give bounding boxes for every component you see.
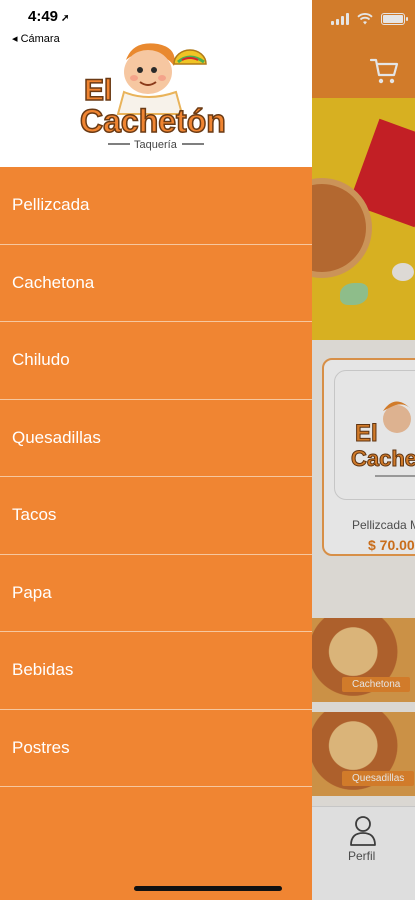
menu-item-chiludo[interactable]: Chiludo — [0, 322, 312, 400]
status-time: 4:49 ➚ — [28, 8, 69, 25]
menu-item-pellizcada[interactable]: Pellizcada — [0, 167, 312, 245]
menu-item-cachetona[interactable]: Cachetona — [0, 245, 312, 322]
menu-item-papa[interactable]: Papa — [0, 555, 312, 632]
location-arrow-icon: ➚ — [61, 13, 70, 24]
menu-item-quesadillas[interactable]: Quesadillas — [0, 400, 312, 477]
drawer-menu: Pellizcada Cachetona Chiludo Quesadillas… — [0, 167, 312, 787]
menu-item-postres[interactable]: Postres — [0, 710, 312, 787]
brand-tagline: Taquería — [134, 139, 178, 151]
back-to-app-link[interactable]: ◂ Cámara — [12, 32, 60, 45]
home-indicator[interactable] — [134, 886, 282, 891]
menu-item-tacos[interactable]: Tacos — [0, 477, 312, 555]
brand-logo: El Cachetón Taquería — [79, 43, 227, 151]
brand-name-line2: Cachetón — [80, 103, 226, 139]
side-drawer: 4:49➚ ◂ Cámara El Cachetón Taquería Pel — [0, 0, 312, 900]
menu-item-bebidas[interactable]: Bebidas — [0, 632, 312, 710]
drawer-overlay[interactable] — [312, 0, 415, 900]
status-time-text: 4:49 — [28, 8, 59, 25]
drawer-header: 4:49 ➚ ◂ Cámara El Cachetón Taquería — [0, 0, 312, 167]
